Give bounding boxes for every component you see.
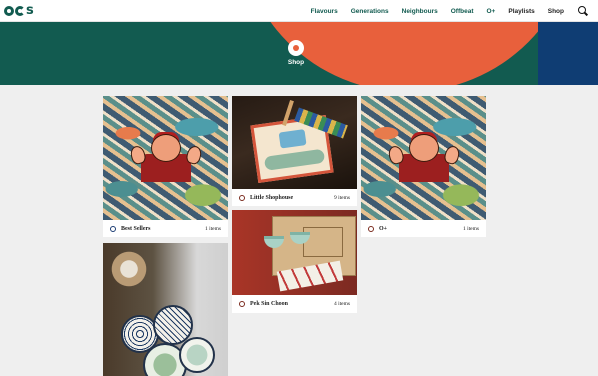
collection-image[interactable] (103, 243, 228, 376)
collection-caption: Little Shophouse 9 items (232, 189, 357, 206)
site-header: s Flavours Generations Neighbours Offbea… (0, 0, 598, 22)
collection-image[interactable] (232, 210, 357, 295)
nav-generations[interactable]: Generations (351, 8, 389, 15)
collection-icon (239, 194, 245, 201)
collection-image[interactable] (232, 96, 357, 189)
mascot-illustration (128, 130, 204, 182)
collection-caption: Best Sellers 1 items (103, 220, 228, 237)
collection-caption: O+ 1 items (361, 220, 486, 237)
collection-card-o-plus[interactable]: O+ 1 items (361, 96, 486, 237)
collection-name[interactable]: Best Sellers (121, 226, 205, 232)
dried-flower (109, 249, 149, 289)
collection-name[interactable]: Little Shophouse (250, 195, 334, 201)
collection-count: 1 items (462, 225, 479, 232)
collection-card-pek-sin-choon[interactable]: Pek Sin Choon 4 items (232, 210, 357, 313)
banner-orange-shape (238, 22, 578, 85)
collection-count: 1 items (204, 225, 221, 232)
search-icon[interactable] (577, 5, 589, 17)
ceramic-plate (179, 337, 215, 373)
logo-letter-o (4, 6, 14, 16)
shop-icon (288, 40, 304, 56)
page-title: Shop (287, 59, 305, 66)
collection-icon (239, 300, 245, 307)
collection-image[interactable] (361, 96, 486, 220)
collection-name[interactable]: Pek Sin Choon (250, 301, 334, 307)
nav-o-plus[interactable]: O+ (487, 8, 496, 15)
collection-card-ceramics[interactable] (103, 243, 228, 376)
nav-playlists[interactable]: Playlists (508, 8, 534, 15)
collection-caption: Pek Sin Choon 4 items (232, 295, 357, 312)
collection-card-best-sellers[interactable]: Best Sellers 1 items (103, 96, 228, 237)
banner-blue-shape (538, 22, 598, 85)
site-logo[interactable]: s (4, 4, 34, 18)
nav-flavours[interactable]: Flavours (311, 8, 338, 15)
nav-neighbours[interactable]: Neighbours (402, 8, 438, 15)
collection-card-little-shophouse[interactable]: Little Shophouse 9 items (232, 96, 357, 206)
nav-offbeat[interactable]: Offbeat (451, 8, 474, 15)
collection-count: 4 items (333, 300, 350, 307)
collection-icon (110, 225, 116, 232)
main-nav: Flavours Generations Neighbours Offbeat … (311, 0, 598, 22)
logo-letter-s: s (26, 3, 34, 18)
collection-icon (368, 225, 374, 232)
collection-name[interactable]: O+ (379, 226, 463, 232)
collection-count: 9 items (333, 194, 350, 201)
collection-image[interactable] (103, 96, 228, 220)
nav-shop[interactable]: Shop (548, 8, 564, 15)
logo-letter-c (15, 6, 25, 16)
mascot-illustration (386, 130, 462, 182)
